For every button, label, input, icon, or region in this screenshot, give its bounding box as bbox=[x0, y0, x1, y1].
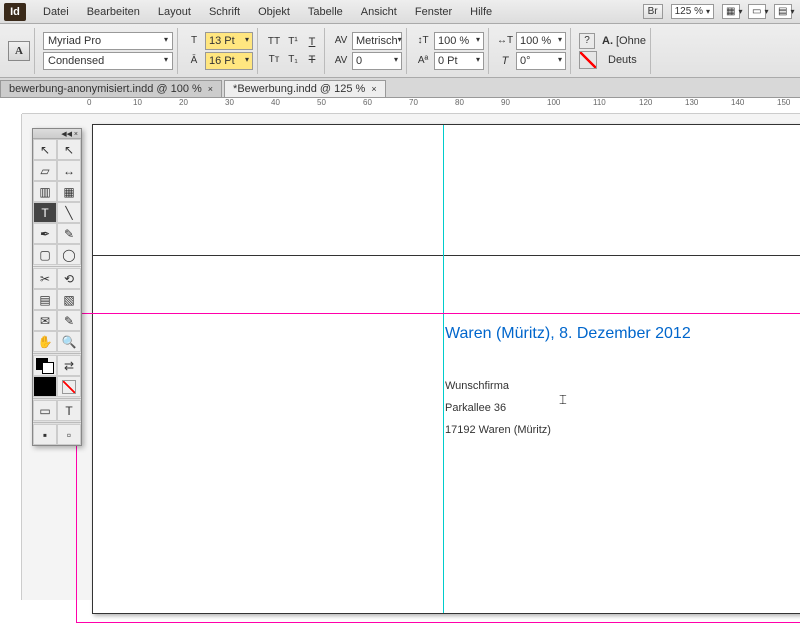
apply-color[interactable] bbox=[33, 376, 57, 397]
hscale-icon: ↔T bbox=[497, 33, 513, 49]
text-cursor-icon: ⌶ bbox=[559, 392, 567, 408]
horizontal-ruler[interactable]: 0102030405060708090100110120130140150 bbox=[22, 98, 800, 114]
vertical-ruler[interactable] bbox=[0, 114, 22, 600]
underline-icon[interactable]: T bbox=[304, 34, 320, 50]
address-text[interactable]: Wunschfirma Parkallee 36 17192 Waren (Mü… bbox=[445, 375, 551, 441]
menu-tabelle[interactable]: Tabelle bbox=[299, 6, 352, 18]
pencil-tool[interactable]: ✎ bbox=[57, 223, 81, 244]
type-tool[interactable]: T bbox=[33, 202, 57, 223]
margin-guides bbox=[76, 313, 800, 623]
tracking-dropdown[interactable]: 0 bbox=[352, 52, 402, 70]
gradient-feather-tool[interactable]: ▧ bbox=[57, 289, 81, 310]
rectangle-frame-tool[interactable]: ▢ bbox=[33, 244, 57, 265]
page[interactable]: Waren (Müritz), 8. Dezember 2012 Wunschf… bbox=[92, 124, 800, 614]
char-style-label: [Ohne bbox=[616, 35, 646, 47]
leading-icon: Ā bbox=[186, 53, 202, 69]
vscale-dropdown[interactable]: 100 % bbox=[434, 32, 484, 50]
baseline-icon: Aª bbox=[415, 53, 431, 69]
menu-bearbeiten[interactable]: Bearbeiten bbox=[78, 6, 149, 18]
vscale-icon: ↕T bbox=[415, 33, 431, 49]
allcaps-icon[interactable]: TT bbox=[266, 34, 282, 50]
free-transform-tool[interactable]: ⟲ bbox=[57, 268, 81, 289]
close-icon[interactable]: × bbox=[371, 84, 376, 94]
content-placer-tool[interactable]: ▦ bbox=[57, 181, 81, 202]
view-options-dropdown[interactable]: ▦ bbox=[722, 4, 740, 19]
screen-mode-dropdown[interactable]: ▭ bbox=[748, 4, 766, 19]
bridge-button[interactable]: Br bbox=[643, 4, 663, 19]
selection-tool[interactable]: ↖ bbox=[33, 139, 57, 160]
fill-none-icon[interactable] bbox=[579, 51, 597, 69]
menu-ansicht[interactable]: Ansicht bbox=[352, 6, 406, 18]
frame-edge bbox=[93, 255, 800, 256]
tools-panel[interactable]: ◀◀ × ↖ ↖ ▱ ↔ ▥ ▦ T ╲ ✒ ✎ ▢ ◯ ✂ ⟲ ▤ ▧ ✉ ✎… bbox=[32, 128, 82, 446]
normal-view-mode[interactable]: ▪ bbox=[33, 424, 57, 445]
format-text[interactable]: T bbox=[57, 400, 81, 421]
address-line3: 17192 Waren (Müritz) bbox=[445, 419, 551, 441]
font-family-dropdown[interactable]: Myriad Pro bbox=[43, 32, 173, 50]
menu-hilfe[interactable]: Hilfe bbox=[461, 6, 501, 18]
gap-tool[interactable]: ↔ bbox=[57, 160, 81, 181]
smallcaps-icon[interactable]: Tᴛ bbox=[266, 52, 282, 68]
swap-fill-stroke[interactable]: ⇄ bbox=[57, 355, 81, 376]
panel-collapse-icon[interactable]: ◀◀ × bbox=[33, 129, 81, 139]
ellipse-tool[interactable]: ◯ bbox=[57, 244, 81, 265]
address-line2: Parkallee 36 bbox=[445, 397, 551, 419]
preview-mode[interactable]: ▫ bbox=[57, 424, 81, 445]
gradient-swatch-tool[interactable]: ▤ bbox=[33, 289, 57, 310]
fill-stroke-swatch[interactable] bbox=[33, 355, 57, 376]
hscale-dropdown[interactable]: 100 % bbox=[516, 32, 566, 50]
font-size-dropdown[interactable]: 13 Pt bbox=[205, 32, 253, 50]
menu-layout[interactable]: Layout bbox=[149, 6, 200, 18]
close-icon[interactable]: × bbox=[208, 84, 213, 94]
menu-fenster[interactable]: Fenster bbox=[406, 6, 461, 18]
direct-selection-tool[interactable]: ↖ bbox=[57, 139, 81, 160]
apply-none[interactable] bbox=[57, 376, 81, 397]
skew-dropdown[interactable]: 0° bbox=[516, 52, 566, 70]
eyedropper-tool[interactable]: ✎ bbox=[57, 310, 81, 331]
page-tool[interactable]: ▱ bbox=[33, 160, 57, 181]
superscript-icon[interactable]: T¹ bbox=[285, 34, 301, 50]
skew-icon: T bbox=[497, 53, 513, 69]
language-label: Deuts bbox=[608, 54, 637, 66]
arrange-dropdown[interactable]: ▤ bbox=[774, 4, 792, 19]
hand-tool[interactable]: ✋ bbox=[33, 331, 57, 352]
menu-bar: Id Datei Bearbeiten Layout Schrift Objek… bbox=[0, 0, 800, 24]
format-container[interactable]: ▭ bbox=[33, 400, 57, 421]
date-text[interactable]: Waren (Müritz), 8. Dezember 2012 bbox=[445, 325, 691, 343]
tracking-icon: AV bbox=[333, 53, 349, 69]
control-panel: A Myriad Pro Condensed T13 Pt Ā16 Pt TT … bbox=[0, 24, 800, 78]
tab-doc-1[interactable]: bewerbung-anonymisiert.indd @ 100 %× bbox=[0, 80, 222, 97]
kerning-dropdown[interactable]: Metrisch bbox=[352, 32, 402, 50]
leading-dropdown[interactable]: 16 Pt bbox=[205, 52, 253, 70]
line-tool[interactable]: ╲ bbox=[57, 202, 81, 223]
note-tool[interactable]: ✉ bbox=[33, 310, 57, 331]
font-style-dropdown[interactable]: Condensed bbox=[43, 52, 173, 70]
baseline-dropdown[interactable]: 0 Pt bbox=[434, 52, 484, 70]
pen-tool[interactable]: ✒ bbox=[33, 223, 57, 244]
zoom-tool[interactable]: 🔍 bbox=[57, 331, 81, 352]
document-tabs: bewerbung-anonymisiert.indd @ 100 %× *Be… bbox=[0, 78, 800, 98]
zoom-dropdown[interactable]: 125 % bbox=[671, 4, 714, 19]
font-size-icon: T bbox=[186, 33, 202, 49]
menu-schrift[interactable]: Schrift bbox=[200, 6, 249, 18]
app-logo: Id bbox=[4, 3, 26, 21]
tab-doc-2[interactable]: *Bewerbung.indd @ 125 %× bbox=[224, 80, 386, 97]
character-mode-button[interactable]: A bbox=[8, 41, 30, 61]
content-collector-tool[interactable]: ▥ bbox=[33, 181, 57, 202]
strikethrough-icon[interactable]: T bbox=[304, 52, 320, 68]
help-icon[interactable]: ? bbox=[579, 33, 595, 49]
document-area: Waren (Müritz), 8. Dezember 2012 Wunschf… bbox=[22, 114, 800, 600]
menu-objekt[interactable]: Objekt bbox=[249, 6, 299, 18]
address-line1: Wunschfirma bbox=[445, 375, 551, 397]
subscript-icon[interactable]: T₁ bbox=[285, 52, 301, 68]
scissors-tool[interactable]: ✂ bbox=[33, 268, 57, 289]
kerning-icon: AV bbox=[333, 33, 349, 49]
menu-datei[interactable]: Datei bbox=[34, 6, 78, 18]
